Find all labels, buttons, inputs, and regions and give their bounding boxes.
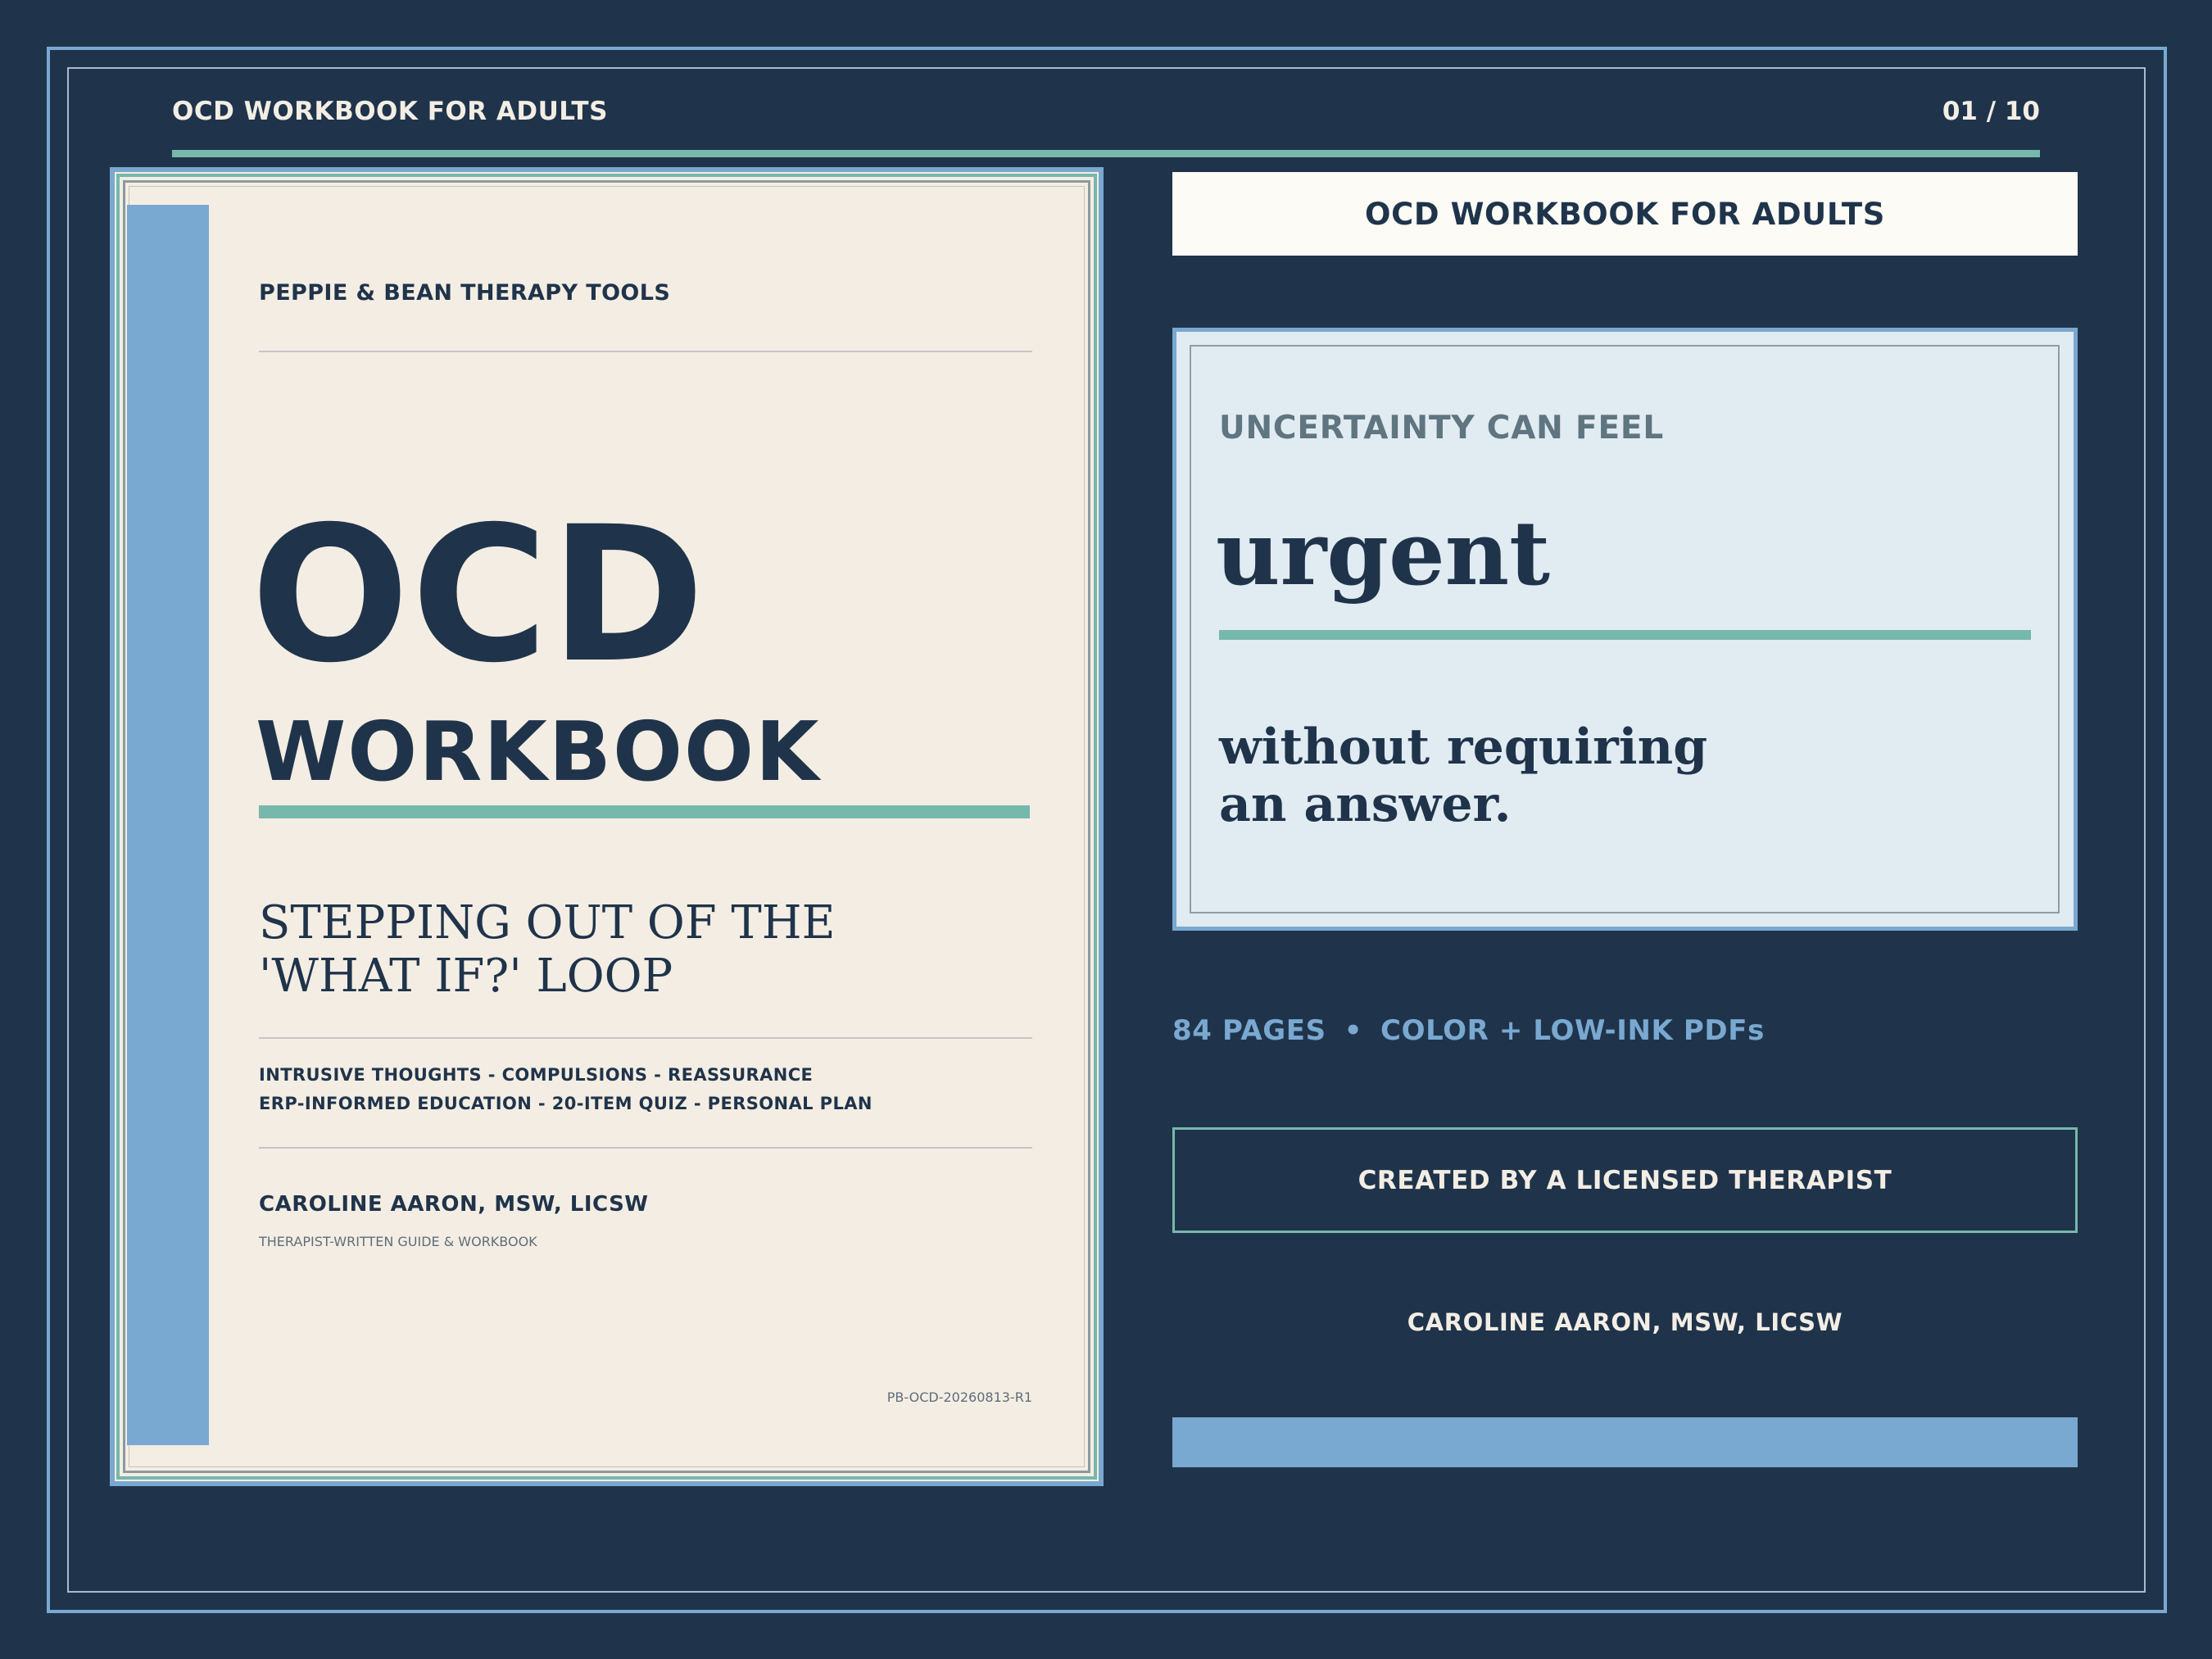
quote-body-line: without requiring (1219, 718, 1708, 776)
cover-title-underline (259, 805, 1030, 818)
page-indicator: 01 / 10 (1942, 97, 2040, 126)
quote-body: without requiring an answer. (1219, 718, 1707, 833)
product-title: OCD WORKBOOK FOR ADULTS (1365, 196, 1885, 232)
product-title-bar: OCD WORKBOOK FOR ADULTS (1172, 172, 2078, 256)
therapist-badge: CREATED BY A LICENSED THERAPIST (1172, 1127, 2078, 1233)
cover-spine-band (127, 205, 209, 1445)
cover-subtitle-line: 'WHAT IF?' LOOP (259, 950, 673, 1003)
cover-title-secondary: WORKBOOK (256, 704, 821, 800)
cover-publisher: PEPPIE & BEAN THERAPY TOOLS (259, 280, 671, 306)
spec-pages: 84 PAGES (1172, 1014, 1326, 1047)
cover-subtitle: STEPPING OUT OF THE 'WHAT IF?' LOOP (259, 896, 836, 1003)
bottom-accent-bar (1172, 1417, 2078, 1467)
header-title: OCD WORKBOOK FOR ADULTS (172, 97, 608, 126)
cover-topics-line: INTRUSIVE THOUGHTS - COMPULSIONS - REASS… (259, 1065, 814, 1085)
cover-author: CAROLINE AARON, MSW, LICSW (259, 1192, 649, 1217)
quote-underline (1219, 630, 2031, 640)
cover-sku: PB-OCD-20260813-R1 (886, 1389, 1032, 1405)
therapist-badge-label: CREATED BY A LICENSED THERAPIST (1358, 1165, 1892, 1195)
quote-kicker: UNCERTAINTY CAN FEEL (1219, 410, 1664, 446)
quote-emphasis: urgent (1216, 502, 1551, 605)
quote-body-line: an answer. (1219, 776, 1512, 833)
product-specs: 84 PAGES • COLOR + LOW-INK PDFs (1172, 1014, 1765, 1047)
cover-author-note: THERAPIST-WRITTEN GUIDE & WORKBOOK (259, 1234, 537, 1249)
cover-divider-bottom (259, 1147, 1032, 1149)
cover-divider-middle (259, 1037, 1032, 1039)
cover-subtitle-line: STEPPING OUT OF THE (259, 896, 836, 950)
spec-formats: COLOR + LOW-INK PDFs (1380, 1014, 1765, 1047)
cover-border-fine (129, 186, 1085, 1467)
header-divider (172, 150, 2040, 157)
author-credit: CAROLINE AARON, MSW, LICSW (1407, 1308, 1843, 1336)
cover-topics-line: ERP-INFORMED EDUCATION - 20-ITEM QUIZ - … (259, 1094, 873, 1113)
cover-title-main: OCD (251, 486, 707, 704)
spec-separator: • (1344, 1014, 1363, 1047)
cover-divider-top (259, 351, 1032, 352)
